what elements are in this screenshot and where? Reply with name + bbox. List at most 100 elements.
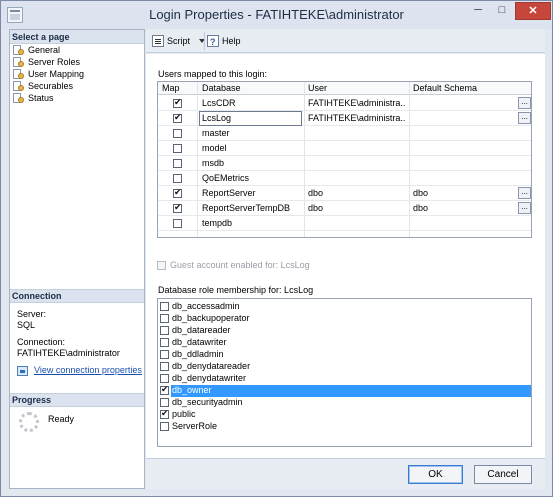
cancel-button[interactable]: Cancel xyxy=(474,465,532,484)
list-item[interactable]: public xyxy=(158,408,531,421)
page-settings-icon xyxy=(13,93,24,103)
role-checkbox[interactable] xyxy=(160,350,169,359)
map-checkbox[interactable] xyxy=(173,219,182,228)
role-checkbox[interactable] xyxy=(160,326,169,335)
selection-highlight xyxy=(171,385,531,397)
database-cell: msdb xyxy=(202,158,225,168)
browse-schema-button[interactable]: ... xyxy=(518,97,531,109)
sidebar-item-securables[interactable]: Securables xyxy=(10,80,144,92)
column-header-database[interactable]: Database xyxy=(202,83,241,93)
role-checkbox[interactable] xyxy=(160,362,169,371)
user-cell[interactable]: FATIHTEKE\administra... xyxy=(308,98,406,108)
title-bar: Login Properties - FATIHTEKE\administrat… xyxy=(1,1,552,29)
user-cell[interactable]: FATIHTEKE\administra... xyxy=(308,113,406,123)
connection-info: Server: SQL Connection: FATIHTEKE\admini… xyxy=(17,309,142,359)
sidebar-item-status[interactable]: Status xyxy=(10,92,144,104)
user-cell[interactable]: dbo xyxy=(308,188,406,198)
database-cell: ReportServerTempDB xyxy=(202,203,291,213)
browse-schema-button[interactable]: ... xyxy=(518,112,531,124)
table-row[interactable]: ReportServer dbo dbo ... xyxy=(158,186,531,201)
database-cell: QoEMetrics xyxy=(202,173,250,183)
role-name: db_securityadmin xyxy=(172,397,243,407)
script-icon xyxy=(152,35,164,47)
view-connection-properties-link[interactable]: View connection properties xyxy=(17,365,142,377)
script-button[interactable]: Script xyxy=(152,33,208,49)
list-item-selected[interactable]: db_owner xyxy=(158,384,531,397)
list-item[interactable]: db_securityadmin xyxy=(158,397,531,409)
connection-label: Connection: xyxy=(17,337,66,347)
table-row[interactable]: master xyxy=(158,126,531,141)
server-value: SQL xyxy=(17,320,36,330)
role-name: db_denydatawriter xyxy=(172,373,247,383)
view-connection-properties-text[interactable]: View connection properties xyxy=(34,365,142,375)
sidebar-item-label: Server Roles xyxy=(28,57,81,67)
role-checkbox[interactable] xyxy=(160,314,169,323)
map-checkbox[interactable] xyxy=(173,97,182,108)
select-page-header: Select a page xyxy=(10,30,144,44)
sidebar-item-label: Status xyxy=(28,93,54,103)
table-row[interactable]: msdb xyxy=(158,156,531,171)
schema-cell[interactable]: dbo xyxy=(413,203,428,213)
toolbar-separator xyxy=(204,32,205,50)
guest-account-label: Guest account enabled for: LcsLog xyxy=(170,260,310,270)
ok-button[interactable]: OK xyxy=(408,465,463,484)
role-checkbox[interactable] xyxy=(160,374,169,383)
help-icon xyxy=(207,34,219,50)
map-checkbox[interactable] xyxy=(173,174,182,183)
browse-schema-button[interactable]: ... xyxy=(518,187,531,199)
map-checkbox[interactable] xyxy=(173,202,182,213)
map-checkbox[interactable] xyxy=(173,159,182,168)
list-item[interactable]: db_backupoperator xyxy=(158,313,531,325)
database-cell: master xyxy=(202,128,230,138)
table-row[interactable]: tempdb xyxy=(158,216,531,231)
column-header-user[interactable]: User xyxy=(308,83,327,93)
list-item[interactable]: ServerRole xyxy=(158,421,531,433)
role-checkbox[interactable] xyxy=(160,338,169,347)
minimize-button[interactable]: ─ xyxy=(466,2,490,20)
role-checkbox[interactable] xyxy=(160,302,169,311)
list-item[interactable]: db_datareader xyxy=(158,325,531,337)
sidebar-item-user-mapping[interactable]: User Mapping xyxy=(10,68,144,80)
table-row[interactable]: LcsCDR FATIHTEKE\administra... ... xyxy=(158,96,531,111)
role-checkbox[interactable] xyxy=(160,398,169,407)
column-header-map[interactable]: Map xyxy=(162,83,180,93)
map-checkbox[interactable] xyxy=(173,129,182,138)
schema-cell[interactable]: dbo xyxy=(413,188,428,198)
table-row[interactable]: ReportServerTempDB dbo dbo ... xyxy=(158,201,531,216)
list-item[interactable]: db_ddladmin xyxy=(158,349,531,361)
column-header-default-schema[interactable]: Default Schema xyxy=(413,83,477,93)
progress-status: Ready xyxy=(48,414,75,424)
script-label: Script xyxy=(167,36,191,46)
sidebar-item-general[interactable]: General xyxy=(10,44,144,56)
map-checkbox[interactable] xyxy=(173,112,182,123)
close-button[interactable]: ✕ xyxy=(515,2,551,20)
role-name: public xyxy=(172,409,196,419)
user-cell[interactable]: dbo xyxy=(308,203,406,213)
table-row[interactable]: QoEMetrics xyxy=(158,171,531,186)
role-checkbox[interactable] xyxy=(160,384,169,395)
browse-schema-button[interactable]: ... xyxy=(518,202,531,214)
map-checkbox[interactable] xyxy=(173,187,182,198)
list-item[interactable]: db_accessadmin xyxy=(158,301,531,313)
role-name: db_owner xyxy=(172,385,212,395)
list-item[interactable]: db_denydatawriter xyxy=(158,373,531,385)
help-button[interactable]: Help xyxy=(207,33,247,50)
sidebar-item-label: User Mapping xyxy=(28,69,85,79)
role-name: db_accessadmin xyxy=(172,301,240,311)
role-membership-caption: Database role membership for: LcsLog xyxy=(158,285,314,295)
list-item[interactable]: db_datawriter xyxy=(158,337,531,349)
server-label: Server: xyxy=(17,309,47,319)
help-label: Help xyxy=(222,36,241,46)
table-row[interactable]: LcsLog FATIHTEKE\administra... ... xyxy=(158,111,531,126)
role-checkbox[interactable] xyxy=(160,408,169,419)
maximize-button[interactable]: □ xyxy=(490,2,514,20)
users-mapped-caption: Users mapped to this login: xyxy=(158,69,268,79)
list-item[interactable]: db_denydatareader xyxy=(158,361,531,373)
page-settings-icon xyxy=(13,45,24,55)
connection-header: Connection xyxy=(10,289,144,303)
table-row[interactable]: model xyxy=(158,141,531,156)
role-checkbox[interactable] xyxy=(160,422,169,431)
map-checkbox[interactable] xyxy=(173,144,182,153)
progress-header: Progress xyxy=(10,393,144,407)
sidebar-item-server-roles[interactable]: Server Roles xyxy=(10,56,144,68)
